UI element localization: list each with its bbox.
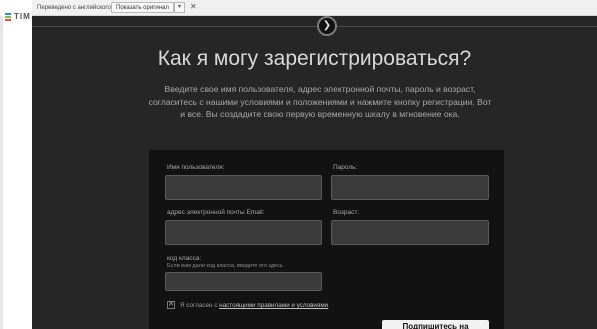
translate-bar: Переведено с английского Показать оригин… — [0, 0, 597, 16]
page-edge — [0, 16, 3, 329]
email-label: адрес электронной почты Email: — [167, 209, 265, 216]
page-title: Как я могу зарегистрироваться? — [157, 47, 472, 70]
terms-link[interactable]: настоящими правилами и условиями — [219, 302, 328, 309]
age-input[interactable] — [331, 220, 489, 245]
signup-description: Введите свое имя пользователя, адрес эле… — [148, 84, 492, 120]
translate-options-dropdown[interactable]: ▾ — [174, 2, 185, 13]
password-label: Пароль: — [333, 164, 358, 171]
email-input[interactable] — [165, 220, 322, 245]
signup-button[interactable]: Подпишитесь на — [382, 320, 489, 329]
username-label: Имя пользователя: — [167, 164, 225, 171]
chevron-right-icon[interactable]: ❯ — [317, 16, 337, 36]
logo-mark-icon — [5, 13, 11, 22]
site-background: TIM — [0, 0, 32, 329]
logo-text: TIM — [14, 12, 31, 21]
terms-checkbox[interactable]: ✕ — [167, 301, 175, 309]
terms-prefix: Я согласен с — [180, 302, 220, 309]
class-code-hint: Если вам дали код класса, введите его зд… — [167, 263, 283, 269]
class-code-label: код класса: — [167, 255, 202, 262]
class-code-input[interactable] — [165, 272, 322, 291]
signup-modal: ❯ Как я могу зарегистрироваться? Введите… — [32, 16, 597, 329]
password-input[interactable] — [331, 175, 489, 200]
age-label: Возраст: — [333, 209, 360, 216]
username-input[interactable] — [165, 175, 322, 200]
site-logo[interactable]: TIM — [2, 12, 32, 22]
terms-agreement: Я согласен с настоящими правилами и усло… — [180, 302, 328, 309]
modal-top-divider — [32, 26, 597, 27]
show-original-button[interactable]: Показать оригинал — [111, 2, 174, 13]
translate-status-text: Переведено с английского — [37, 5, 111, 11]
close-icon[interactable]: ✕ — [190, 2, 197, 12]
signup-form: Имя пользователя: Пароль: адрес электрон… — [149, 150, 504, 329]
